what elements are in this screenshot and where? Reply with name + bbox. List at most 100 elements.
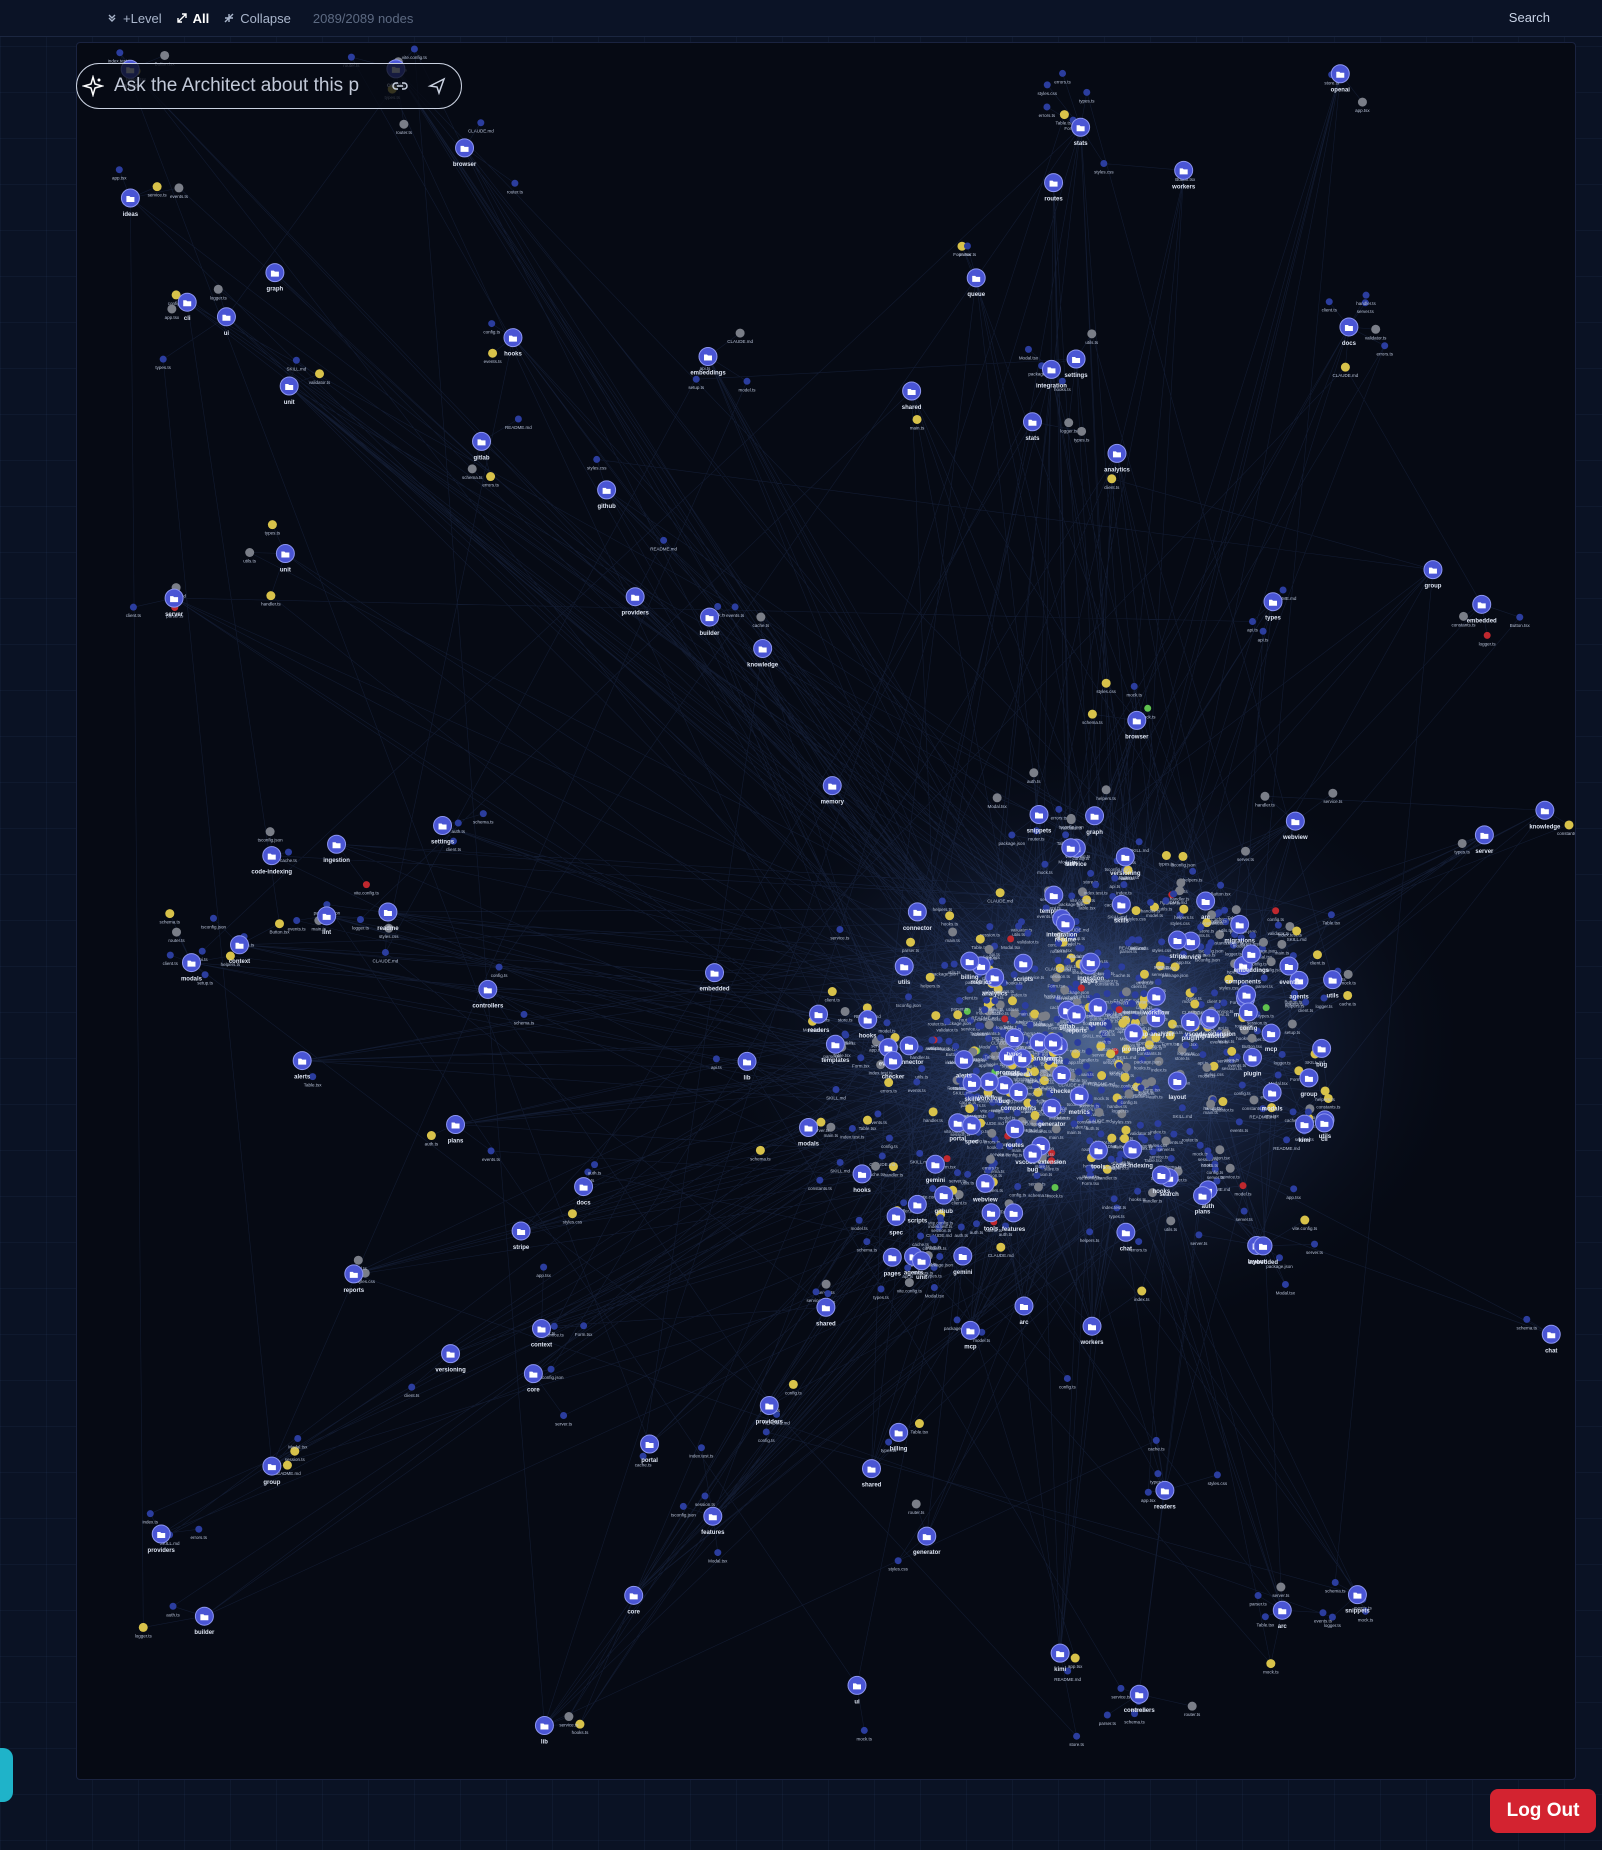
file-node[interactable]: CLAUDE.md [468,119,494,134]
file-node[interactable]: CLAUDE.md [373,948,399,964]
directory-node[interactable]: spec [962,1115,982,1145]
directory-node[interactable]: modals [181,953,203,983]
dependency-graph[interactable]: index.ts package.json README.md types.ts uti… [77,43,1575,1779]
directory-node[interactable]: search [1043,1032,1063,1062]
file-node[interactable]: mock.ts [1263,1659,1279,1675]
file-node[interactable]: events.ts [484,348,503,365]
file-node[interactable]: validator.ts [1365,324,1387,341]
file-node[interactable]: errors.ts [1376,342,1394,357]
directory-node[interactable]: github [934,1185,954,1215]
file-node[interactable]: schema.ts [462,464,483,480]
directory-node[interactable]: ingestion [323,834,350,864]
side-panel-toggle[interactable] [0,1748,13,1802]
directory-node[interactable]: analytics [1104,443,1130,473]
file-node[interactable]: cache.ts [280,848,298,864]
file-node[interactable]: types.ts [265,520,281,536]
link-icon[interactable] [391,77,409,95]
logout-button[interactable]: Log Out [1490,1789,1596,1833]
directory-node[interactable]: builder [700,607,721,637]
directory-node[interactable]: readers [1154,1480,1176,1510]
directory-node[interactable]: hooks [852,1164,872,1194]
directory-node[interactable]: routes [1044,173,1063,203]
file-node[interactable]: client.ts [163,951,179,967]
directory-node[interactable]: tools [1088,1140,1108,1170]
file-node[interactable]: errors.ts [1054,69,1072,85]
directory-node[interactable]: portal [640,1434,660,1464]
file-node[interactable]: index.ts [143,1510,159,1525]
file-node[interactable]: setup.ts [688,375,705,391]
directory-node[interactable]: skills [1111,894,1131,924]
file-node[interactable]: service.ts [1323,788,1343,805]
file-node[interactable]: logger.ts [135,1622,153,1639]
directory-node[interactable]: readme [377,902,399,932]
directory-node[interactable]: queue [966,268,986,298]
directory-node[interactable]: auth [1061,838,1081,868]
file-node[interactable]: config.ts [483,320,501,335]
graph-canvas[interactable]: index.ts package.json README.md types.ts uti… [76,42,1576,1780]
directory-node[interactable]: openai [1331,64,1351,94]
directory-node[interactable]: settings [1065,349,1089,379]
directory-node[interactable]: providers [148,1524,176,1554]
directory-node[interactable]: stripe [1168,930,1188,960]
file-node[interactable]: styles.css [1208,1471,1228,1486]
directory-node[interactable]: hooks [503,328,523,358]
level-button[interactable]: +Level [106,11,162,26]
file-node[interactable]: api.ts [1258,627,1270,643]
directory-node[interactable]: gemini [953,1246,973,1276]
directory-node[interactable]: builder [194,1606,215,1636]
file-node[interactable]: schema.ts [473,810,494,825]
file-node[interactable]: client.ts [404,1383,420,1399]
file-node[interactable]: Table.tsx [1256,1613,1275,1628]
directory-node[interactable]: lib [534,1715,554,1745]
file-node[interactable]: schema.ts [1325,1578,1346,1594]
file-node[interactable]: router.ts [908,1499,925,1515]
send-icon[interactable] [427,76,447,96]
file-node[interactable]: Button.tsx [1510,613,1531,629]
directory-node[interactable]: alerts [292,1051,312,1081]
directory-node[interactable]: pages [882,1247,902,1277]
directory-node[interactable]: docs [574,1177,594,1207]
directory-node[interactable]: group [262,1456,282,1486]
file-node[interactable]: router.ts [1184,1701,1201,1718]
directory-node[interactable]: graph [1085,806,1105,836]
file-node[interactable]: config.ts [1059,1374,1077,1390]
directory-node[interactable]: stripe [511,1221,531,1251]
directory-node[interactable]: context [531,1319,552,1349]
directory-node[interactable]: core [523,1364,543,1394]
ask-architect-input[interactable] [112,74,391,98]
file-node[interactable]: Modal.tsx [1019,345,1039,361]
file-node[interactable]: app.tsx [536,1263,552,1279]
file-node[interactable]: styles.css [888,1557,909,1572]
file-node[interactable]: store.ts [1069,1732,1085,1748]
file-node[interactable]: session.ts [695,1492,716,1507]
directory-node[interactable]: browser [453,138,477,168]
file-node[interactable]: styles.css [1094,159,1114,175]
file-node[interactable]: styles.css [587,455,607,471]
directory-node[interactable]: unit [275,544,295,574]
file-node[interactable]: app.tsx [1141,1488,1156,1504]
file-node[interactable]: utils.ts [1085,329,1099,345]
file-node[interactable]: parser.ts [1099,1711,1117,1727]
directory-node[interactable]: server [164,588,184,618]
directory-node[interactable]: mcp [960,1320,980,1350]
directory-node[interactable]: config [1238,1002,1258,1032]
directory-node[interactable]: cli [177,292,197,322]
file-node[interactable]: model.ts [738,377,756,393]
directory-node[interactable]: plans [446,1115,466,1145]
file-node[interactable]: client.ts [1322,298,1338,313]
file-node[interactable]: Modal.tsx [708,1549,728,1564]
directory-node[interactable]: types [1263,592,1283,622]
directory-node[interactable]: embedded [1467,594,1497,624]
file-node[interactable]: handler.ts [261,591,281,607]
directory-node[interactable]: unit [279,376,299,406]
file-node[interactable]: service.ts [1111,1684,1131,1700]
file-node[interactable]: app.tsx [112,166,127,181]
directory-node[interactable]: shared [862,1459,882,1489]
directory-node[interactable]: shared [902,381,922,411]
directory-node[interactable]: server [1474,825,1494,855]
directory-node[interactable]: group [1423,560,1443,590]
directory-node[interactable]: context [229,935,250,965]
directory-node[interactable]: types [1004,1028,1024,1058]
file-node[interactable]: CLAUDE.md [1333,362,1359,379]
directory-node[interactable]: tools [981,1203,1001,1233]
